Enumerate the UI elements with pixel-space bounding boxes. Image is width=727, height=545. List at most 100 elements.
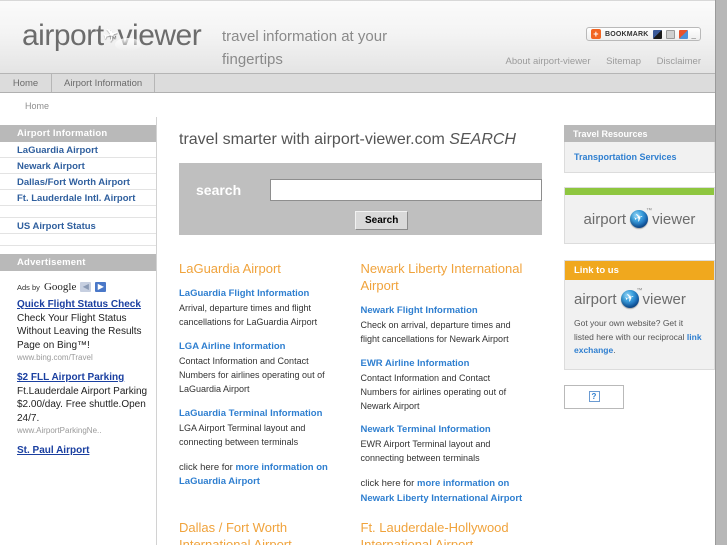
card-title-newark: Newark Liberty International Airport — [360, 261, 523, 293]
more-newark: click here for more information on Newar… — [361, 477, 529, 506]
link-transportation-services[interactable]: Transportation Services — [574, 152, 677, 162]
promo-green-bar — [565, 188, 714, 195]
card-laguardia: LaGuardia Airport LaGuardia Flight Infor… — [179, 261, 361, 506]
travel-resources-title: Travel Resources — [564, 125, 715, 142]
link-sitemap[interactable]: Sitemap — [606, 56, 641, 67]
link-ewr-airline-information[interactable]: EWR Airline Information — [361, 358, 529, 369]
ads-by-prefix: Ads by — [17, 282, 40, 292]
promo-banner[interactable]: airport ✈ ™ viewer — [564, 187, 715, 244]
link-disclaimer[interactable]: Disclaimer — [657, 56, 701, 67]
promo-airplane-icon: ✈ — [632, 211, 646, 226]
linkus-text-part2: . — [613, 345, 616, 356]
search-button[interactable]: Search — [355, 211, 409, 230]
tab-home[interactable]: Home — [0, 74, 52, 92]
ad-title-3[interactable]: St. Paul Airport — [17, 444, 148, 458]
ads-prev-icon[interactable]: ◀ — [80, 282, 92, 292]
ad-title-2[interactable]: $2 FLL Airport Parking — [17, 371, 148, 385]
breadcrumb-bar: Home — [0, 93, 715, 117]
card-newark: Newark Liberty International Airport New… — [361, 261, 543, 506]
page-title-plain: travel smarter with airport-viewer.com — [179, 131, 450, 148]
ad-item[interactable]: St. Paul Airport — [17, 444, 148, 458]
sidebar-item-us-airport-status[interactable]: US Airport Status — [0, 218, 156, 234]
sidebar-item-laguardia[interactable]: LaGuardia Airport — [0, 142, 156, 158]
tab-airport-information[interactable]: Airport Information — [52, 74, 156, 92]
site-tagline: travel information at your fingertips — [222, 28, 388, 69]
google-wordmark: Google — [43, 281, 77, 293]
site-header: airport ✈ ™ viewer travel information at… — [0, 0, 715, 74]
bookmark-label: BOOKMARK — [604, 30, 649, 38]
bookmark-widget[interactable]: + BOOKMARK _ — [585, 27, 701, 41]
sidebar-link-ft-lauderdale[interactable]: Ft. Lauderdale Intl. Airport — [0, 190, 156, 204]
sidebar-link-dallas[interactable]: Dallas/Fort Worth Airport — [0, 174, 156, 188]
ad-text-1: Check Your Flight Status Without Leaving… — [17, 312, 142, 351]
logo-word-airport: airport — [22, 19, 104, 52]
ad-item[interactable]: Quick Flight Status Check Check Your Fli… — [17, 298, 148, 362]
search-panel: search Search — [179, 163, 542, 235]
tab-bar: Home Airport Information — [0, 74, 715, 93]
sidebar-item-dallas[interactable]: Dallas/Fort Worth Airport — [0, 174, 156, 190]
share-email-icon[interactable] — [665, 29, 675, 39]
card-item: Newark Terminal Information EWR Airport … — [361, 424, 529, 466]
ad-text-2: Ft.Lauderdale Airport Parking $2.00/day.… — [17, 385, 148, 424]
share-facebook-icon[interactable] — [652, 29, 662, 39]
linkus-trademark-mark: ™ — [636, 288, 643, 294]
linkus-logo: airport ✈ ™ viewer — [574, 288, 705, 308]
promo-logo: airport ✈ ™ viewer — [584, 208, 696, 228]
card-item: LaGuardia Flight Information Arrival, de… — [179, 288, 347, 330]
page-title: travel smarter with airport-viewer.com S… — [173, 117, 542, 149]
desc-ewr-flight-information: Check on arrival, departure times and fl… — [360, 319, 511, 344]
link-to-us-text: Got your own website? Get it listed here… — [574, 317, 705, 358]
linkus-logo-word-airport: airport — [574, 290, 617, 308]
search-label: search — [196, 182, 242, 198]
card-title-ft-lauderdale: Ft. Lauderdale-Hollywood International A… — [360, 519, 509, 545]
desc-lga-airline-information: Contact Information and Contact Numbers … — [179, 355, 325, 394]
sidebar-link-us-airport-status[interactable]: US Airport Status — [0, 218, 156, 232]
link-lga-terminal-information[interactable]: LaGuardia Terminal Information — [179, 408, 347, 419]
share-more-icon[interactable] — [678, 29, 688, 39]
linkus-logo-word-viewer: viewer — [642, 290, 686, 308]
card-title-dallas: Dallas / Fort Worth International Airpor… — [179, 519, 292, 545]
search-input[interactable] — [270, 179, 542, 201]
advertisement-section-title: Advertisement — [0, 254, 156, 271]
desc-lga-terminal-information: LGA Airport Terminal layout and connecti… — [179, 422, 306, 447]
link-lga-flight-information[interactable]: LaGuardia Flight Information — [179, 288, 347, 299]
sidebar-item-ft-lauderdale[interactable]: Ft. Lauderdale Intl. Airport — [0, 190, 156, 206]
ads-block: Ads by Google ◀ ▶ Quick Flight Status Ch… — [0, 271, 156, 458]
ads-next-icon[interactable]: ▶ — [95, 282, 107, 292]
travel-resources-panel: Transportation Services — [564, 142, 715, 173]
sidebar-link-newark[interactable]: Newark Airport — [0, 158, 156, 172]
breadcrumb[interactable]: Home — [0, 93, 715, 111]
link-lga-airline-information[interactable]: LGA Airline Information — [179, 341, 347, 352]
promo-logo-box: airport ✈ ™ viewer — [565, 195, 714, 243]
right-sidebar: Travel Resources Transportation Services… — [555, 117, 715, 545]
linkus-globe-icon: ✈ ™ — [620, 288, 643, 308]
link-ewr-terminal-information[interactable]: Newark Terminal Information — [361, 424, 529, 435]
sidebar-link-laguardia[interactable]: LaGuardia Airport — [0, 142, 156, 156]
sidebar-spacer-2 — [0, 234, 156, 246]
more-prefix-laguardia: click here for — [179, 461, 236, 473]
broken-image-icon: ? — [588, 391, 600, 403]
promo-globe-icon: ✈ ™ — [630, 208, 652, 228]
left-sidebar: Airport Information LaGuardia Airport Ne… — [0, 117, 157, 545]
site-logo[interactable]: airport ✈ ™ viewer — [22, 19, 202, 53]
airport-cards-row-1: LaGuardia Airport LaGuardia Flight Infor… — [173, 261, 542, 506]
ad-item[interactable]: $2 FLL Airport Parking Ft.Lauderdale Air… — [17, 371, 148, 435]
bookmark-more-label[interactable]: _ — [692, 30, 696, 39]
card-ft-lauderdale: Ft. Lauderdale-Hollywood International A… — [361, 520, 543, 545]
card-dallas: Dallas / Fort Worth International Airpor… — [179, 520, 361, 545]
main-content: travel smarter with airport-viewer.com S… — [158, 117, 554, 545]
promo-trademark-mark: ™ — [646, 208, 653, 214]
ad-url-2: www.AirportParkingNe.. — [17, 426, 102, 435]
desc-lga-flight-information: Arrival, departure times and flight canc… — [179, 303, 318, 327]
sidebar-item-newark[interactable]: Newark Airport — [0, 158, 156, 174]
promo-logo-word-viewer: viewer — [652, 210, 696, 228]
link-ewr-flight-information[interactable]: Newark Flight Information — [361, 305, 529, 316]
page-root: airport ✈ ™ viewer travel information at… — [0, 0, 716, 545]
airport-cards-row-2: Dallas / Fort Worth International Airpor… — [173, 520, 542, 545]
link-about[interactable]: About airport-viewer — [506, 56, 591, 67]
linkus-text-part1: Got your own website? Get it listed here… — [574, 318, 687, 342]
linkus-airplane-icon: ✈ — [623, 291, 636, 306]
bookmark-plus-icon: + — [590, 29, 601, 39]
card-item: EWR Airline Information Contact Informat… — [361, 358, 529, 414]
ad-title-1[interactable]: Quick Flight Status Check — [17, 298, 148, 312]
